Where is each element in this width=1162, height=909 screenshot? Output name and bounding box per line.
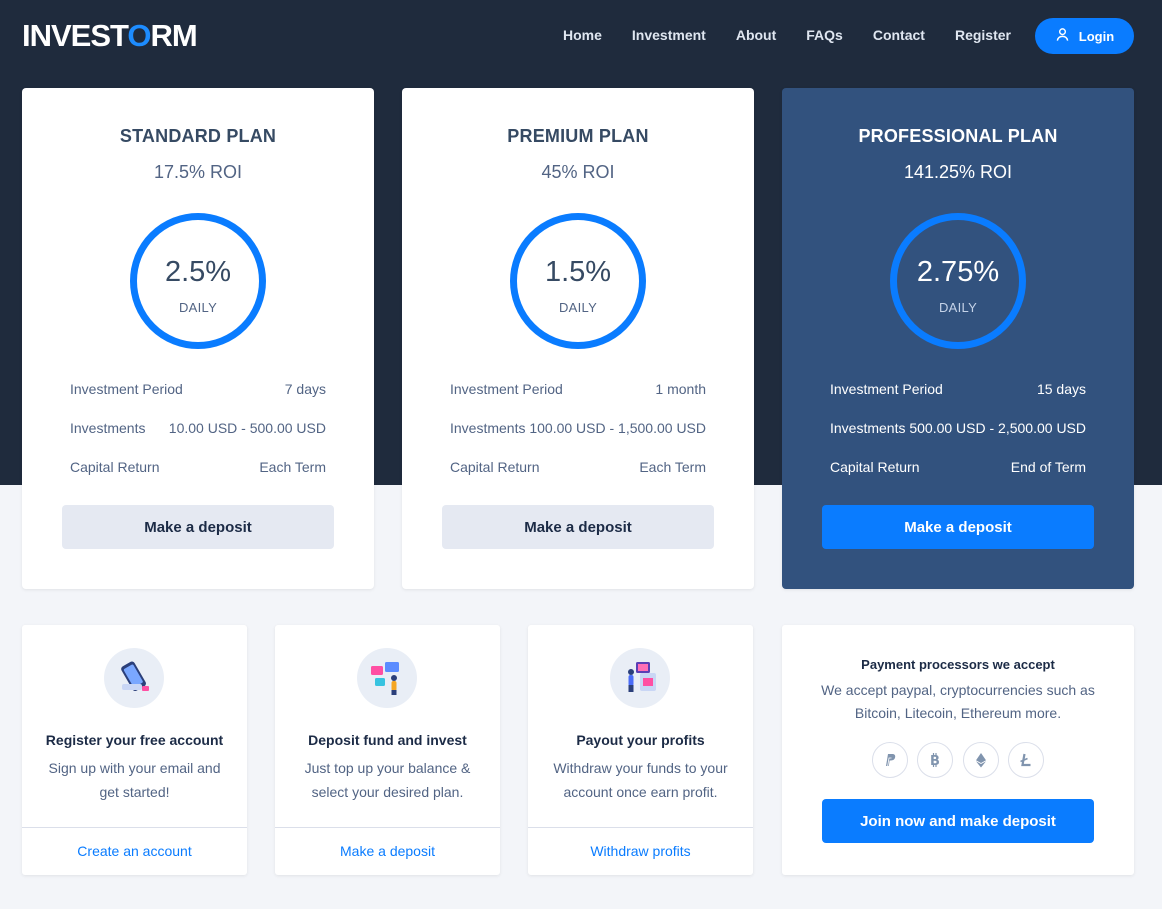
nav-about[interactable]: About: [736, 25, 776, 45]
plan-details: Investment Period 15 days Investments 500.…: [830, 381, 1086, 498]
divider: [528, 827, 753, 828]
plan-roi: 17.5% ROI: [153, 162, 243, 182]
plan-detail-row: Capital Return Each Term: [450, 459, 706, 498]
step-description: Withdraw your funds to your account once…: [553, 760, 728, 800]
step-card-payout: Payout your profits Withdraw your funds …: [528, 625, 753, 875]
daily-rate-ring: 2.75% DAILY: [890, 213, 1026, 349]
payment-title: Payment processors we accept: [861, 657, 1055, 672]
payment-processors-card: Payment processors we accept We accept p…: [782, 625, 1134, 875]
login-label: Login: [1078, 28, 1115, 44]
daily-rate-label: DAILY: [558, 300, 598, 315]
daily-rate-label: DAILY: [178, 300, 218, 315]
plan-detail-row: Investment Period 1 month: [450, 381, 706, 420]
step-card-register: Register your free account Sign up with …: [22, 625, 247, 875]
invest-illustration-icon: [357, 648, 417, 708]
daily-rate-ring: 2.5% DAILY: [130, 213, 266, 349]
plan-detail-row: Investment Period 15 days: [830, 381, 1086, 420]
main-nav: Home Investment About FAQs Contact Regis…: [548, 25, 1026, 45]
detail-label: Investments: [830, 420, 906, 436]
plan-card-premium: PREMIUM PLAN 45% ROI 1.5% DAILY Investme…: [402, 88, 754, 589]
detail-label: Investment Period: [70, 381, 183, 397]
plan-details: Investment Period 1 month Investments 100.…: [450, 381, 706, 498]
step-title: Payout your profits: [576, 732, 705, 748]
detail-label: Capital Return: [450, 459, 540, 475]
daily-rate-value: 2.75%: [916, 256, 1000, 288]
detail-value: 7 days: [284, 381, 326, 397]
site-header: INVESTORM Home Investment About FAQs Con…: [0, 0, 1162, 72]
step-title: Register your free account: [45, 732, 224, 748]
plan-roi: 141.25% ROI: [903, 162, 1013, 182]
plan-card-standard: STANDARD PLAN 17.5% ROI 2.5% DAILY Inves…: [22, 88, 374, 589]
nav-register[interactable]: Register: [955, 25, 1011, 45]
make-deposit-button[interactable]: Make a deposit: [442, 505, 714, 549]
join-deposit-button[interactable]: Join now and make deposit: [822, 799, 1094, 843]
withdraw-profits-link[interactable]: Withdraw profits: [528, 843, 753, 859]
step-description: Sign up with your email and get started!: [48, 760, 221, 800]
payment-icons: B: [872, 742, 1044, 778]
step-description: Just top up your balance & select your d…: [304, 760, 471, 800]
detail-label: Investments: [70, 420, 146, 436]
step-card-deposit: Deposit fund and invest Just top up your…: [275, 625, 500, 875]
detail-value: 1 month: [655, 381, 706, 397]
divider: [22, 827, 247, 828]
nav-home[interactable]: Home: [563, 25, 602, 45]
nav-contact[interactable]: Contact: [873, 25, 925, 45]
detail-label: Investment Period: [450, 381, 563, 397]
bitcoin-icon: B: [917, 742, 954, 778]
svg-text:B: B: [930, 754, 940, 768]
detail-value: End of Term: [1010, 459, 1086, 475]
detail-value: Each Term: [639, 459, 706, 475]
plan-name: STANDARD PLAN: [119, 126, 277, 146]
litecoin-icon: [1007, 742, 1044, 778]
plan-detail-row: Investments 10.00 USD - 500.00 USD: [70, 420, 326, 459]
plan-detail-row: Capital Return Each Term: [70, 459, 326, 498]
brand-logo[interactable]: INVESTORM: [22, 20, 198, 52]
step-title: Deposit fund and invest: [308, 732, 467, 748]
detail-label: Investment Period: [830, 381, 943, 397]
plan-card-professional: PROFESSIONAL PLAN 141.25% ROI 2.75% DAIL…: [782, 88, 1134, 589]
plan-name: PREMIUM PLAN: [507, 126, 649, 146]
daily-rate-value: 1.5%: [544, 256, 612, 288]
atm-illustration-icon: [610, 648, 670, 708]
detail-value: Each Term: [259, 459, 326, 475]
detail-label: Capital Return: [70, 459, 160, 475]
plan-detail-row: Investment Period 7 days: [70, 381, 326, 420]
login-button[interactable]: Login: [1035, 18, 1134, 54]
daily-rate-label: DAILY: [938, 300, 978, 315]
detail-value: 100.00 USD - 1,500.00 USD: [529, 420, 706, 436]
user-icon: [1055, 27, 1070, 45]
detail-value: 10.00 USD - 500.00 USD: [168, 420, 326, 436]
plan-roi: 45% ROI: [541, 162, 615, 182]
daily-rate-value: 2.5%: [164, 256, 232, 288]
ethereum-icon: [962, 742, 999, 778]
make-deposit-button[interactable]: Make a deposit: [822, 505, 1094, 549]
daily-rate-ring: 1.5% DAILY: [510, 213, 646, 349]
make-deposit-button[interactable]: Make a deposit: [62, 505, 334, 549]
plan-details: Investment Period 7 days Investments 10.00…: [70, 381, 326, 498]
detail-value: 500.00 USD - 2,500.00 USD: [909, 420, 1086, 436]
detail-label: Capital Return: [830, 459, 920, 475]
detail-label: Investments: [450, 420, 526, 436]
phone-illustration-icon: [104, 648, 164, 708]
detail-value: 15 days: [1036, 381, 1086, 397]
nav-faqs[interactable]: FAQs: [806, 25, 843, 45]
plan-name: PROFESSIONAL PLAN: [858, 126, 1058, 146]
create-account-link[interactable]: Create an account: [22, 843, 247, 859]
payment-description: We accept paypal, cryptocurrencies such …: [821, 682, 1095, 721]
plan-detail-row: Investments 500.00 USD - 2,500.00 USD: [830, 420, 1086, 459]
make-deposit-link[interactable]: Make a deposit: [275, 843, 500, 859]
plan-detail-row: Capital Return End of Term: [830, 459, 1086, 498]
paypal-icon: [872, 742, 908, 778]
nav-investment[interactable]: Investment: [632, 25, 706, 45]
divider: [275, 827, 500, 828]
plan-detail-row: Investments 100.00 USD - 1,500.00 USD: [450, 420, 706, 459]
